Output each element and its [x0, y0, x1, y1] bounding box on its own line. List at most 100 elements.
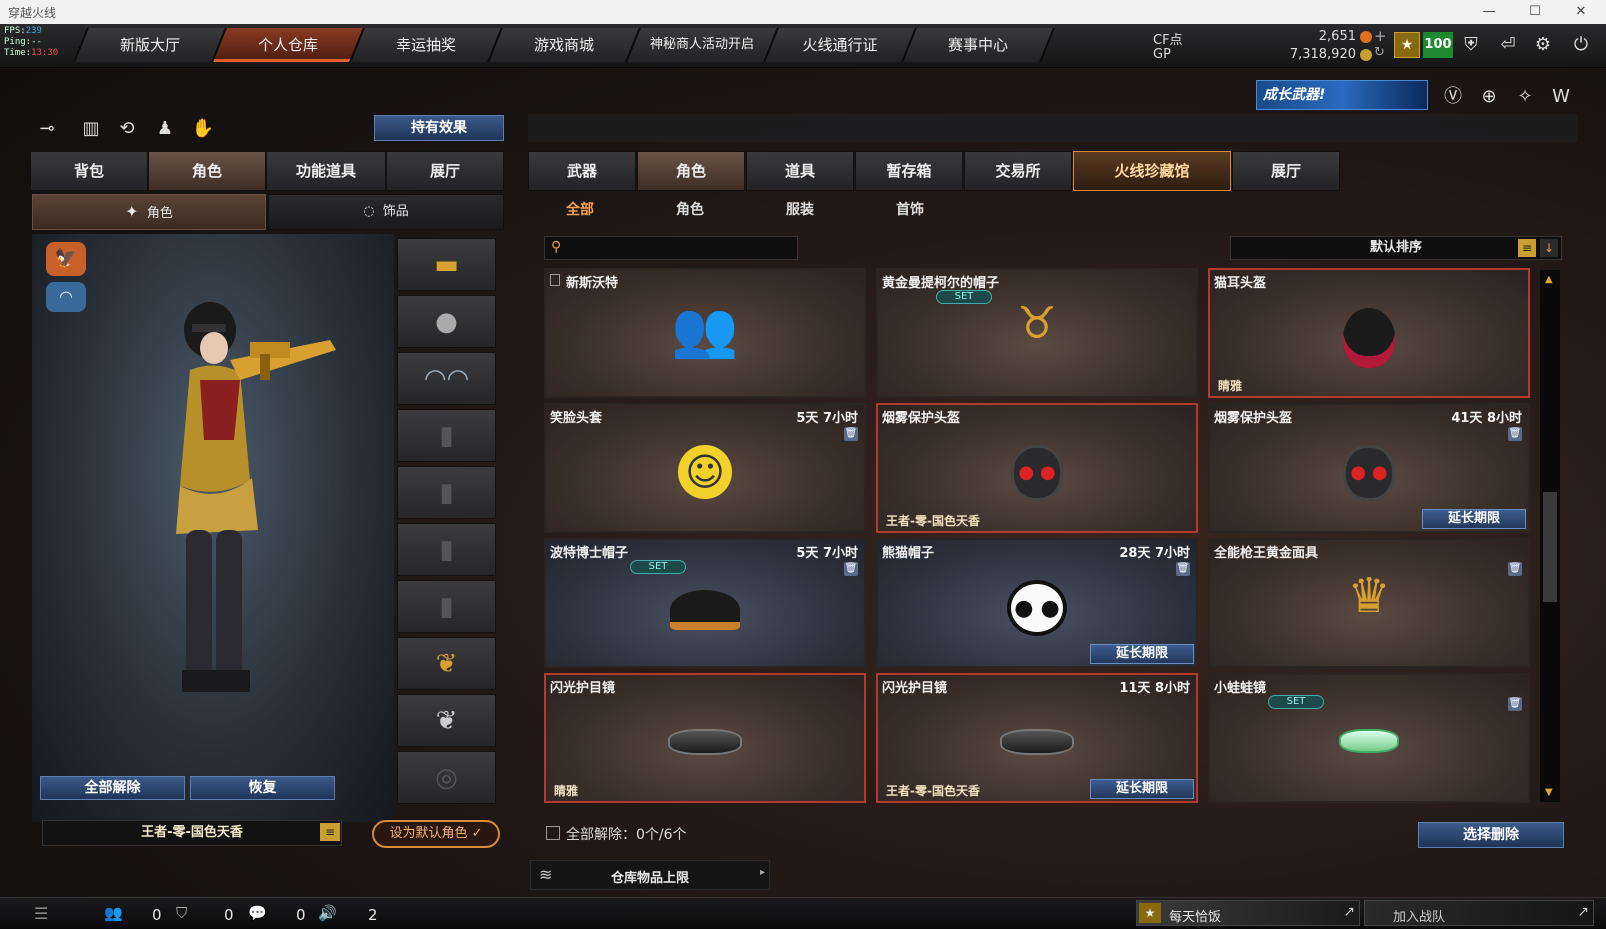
tab-collection-hall[interactable]: 火线珍藏馆 — [1073, 151, 1231, 191]
chat-icon[interactable]: 💬 — [248, 904, 267, 922]
daily-meal-widget[interactable]: ★ 每天恰饭 ↗ — [1136, 900, 1360, 926]
item-card[interactable]: 猫耳头盔 睛雅 — [1208, 268, 1530, 398]
minimize-icon[interactable]: — — [1474, 2, 1504, 22]
item-card[interactable]: 小蛙蛙镜 SET 🗑 — [1208, 673, 1530, 803]
friends-icon[interactable]: 👥 — [104, 904, 123, 922]
slot-vest[interactable]: ▮ — [397, 409, 496, 462]
tab-right-showroom[interactable]: 展厅 — [1232, 151, 1340, 191]
refresh-gp-icon[interactable]: ↻ — [1374, 45, 1385, 60]
power-icon[interactable]: ⏻ — [1566, 30, 1596, 60]
character-pose-icon[interactable]: ♟ — [150, 114, 180, 144]
subtab-accessories[interactable]: ◌ 饰品 — [268, 194, 504, 230]
speaker-icon[interactable]: 🔊 — [318, 904, 337, 922]
tab-temp-storage[interactable]: 暂存箱 — [855, 151, 963, 191]
rotate-icon[interactable]: ⟲ — [112, 114, 142, 144]
menu-list-icon[interactable]: ☰ — [34, 904, 48, 923]
nav-tab-events[interactable]: 赛事中心 — [901, 28, 1055, 62]
slot-armor[interactable]: ▮ — [397, 523, 496, 576]
shield-icon[interactable]: ⛨ — [1456, 30, 1486, 60]
nav-tab-lottery[interactable]: 幸运抽奖 — [349, 28, 503, 62]
search-box[interactable]: ⚲ — [544, 236, 798, 260]
tab-exchange[interactable]: 交易所 — [964, 151, 1072, 191]
glove-icon[interactable]: ✋ — [188, 114, 218, 144]
key-icon[interactable]: ⊸ — [32, 114, 62, 144]
nav-tab-mystery-merchant[interactable]: 神秘商人活动开启 — [625, 28, 779, 62]
item-card[interactable]: 熊猫帽子 28天 7小时 ● ● 🗑 延长期限 — [876, 538, 1198, 668]
slot-weapon[interactable]: ▬ — [397, 238, 496, 291]
subtab-char[interactable]: 角色 — [635, 196, 745, 224]
subtab-character[interactable]: ✦ 角色 — [32, 194, 266, 230]
stats-icon[interactable]: ▥ — [76, 114, 106, 144]
nav-tab-warehouse[interactable]: 个人仓库 — [211, 28, 365, 62]
rank-badge-icon[interactable]: ★ — [1394, 32, 1420, 58]
extend-duration-button[interactable]: 延长期限 — [1090, 779, 1194, 799]
tab-weapons[interactable]: 武器 — [528, 151, 636, 191]
item-card[interactable]: 笑脸头套 5天 7小时 ☺ 🗑 — [544, 403, 866, 533]
effects-button[interactable]: 持有效果 — [374, 115, 504, 141]
slot-silver-ornament[interactable]: ❦ — [397, 694, 496, 747]
logout-icon[interactable]: ⏎ — [1493, 30, 1523, 60]
nav-tab-battle-pass[interactable]: 火线通行证 — [763, 28, 917, 62]
wing-icon[interactable]: ✧ — [1510, 82, 1540, 112]
subtab-all[interactable]: 全部 — [525, 196, 635, 224]
tab-functional-items[interactable]: 功能道具 — [266, 151, 386, 191]
trash-icon[interactable]: 🗑 — [844, 427, 858, 441]
restore-button[interactable]: 恢复 — [190, 776, 335, 800]
tab-showroom[interactable]: 展厅 — [386, 151, 504, 191]
unequip-all-checkbox[interactable] — [546, 826, 560, 840]
eagle-badge-icon[interactable]: 🦅 — [46, 242, 86, 276]
sort-direction-icon[interactable]: ↓ — [1540, 239, 1558, 257]
maximize-icon[interactable]: ☐ — [1520, 2, 1550, 22]
logo-w-icon[interactable]: W — [1546, 82, 1576, 112]
subtab-costume[interactable]: 服装 — [745, 196, 855, 224]
slot-helmet[interactable]: ● — [397, 295, 496, 348]
slot-empty[interactable]: ◎ — [397, 751, 496, 804]
trash-icon[interactable]: 🗑 — [844, 562, 858, 576]
extend-duration-button[interactable]: 延长期限 — [1422, 509, 1526, 529]
storage-limit-bar[interactable]: ≋ 仓库物品上限 ▸ — [530, 860, 770, 890]
item-card[interactable]: 黄金曼提柯尔的帽子 ♉ SET — [876, 268, 1198, 398]
trash-icon[interactable]: 🗑 — [1508, 427, 1522, 441]
tab-characters[interactable]: 角色 — [637, 151, 745, 191]
trash-icon[interactable]: 🗑 — [1508, 562, 1522, 576]
growth-weapon-banner[interactable]: 成长武器! — [1256, 80, 1428, 110]
slot-goggles[interactable]: ◠◠ — [397, 352, 496, 405]
sort-dropdown[interactable]: 默认排序 — [1230, 236, 1562, 260]
item-card[interactable]: 烟雾保护头盔 41天 8小时 ● ● 🗑 延长期限 — [1208, 403, 1530, 533]
unequip-all-button[interactable]: 全部解除 — [40, 776, 185, 800]
nav-tab-shop[interactable]: 游戏商城 — [487, 28, 641, 62]
slot-pants[interactable]: ▮ — [397, 580, 496, 633]
scroll-thumb[interactable] — [1543, 492, 1557, 602]
item-card[interactable]: 烟雾保护头盔 ● ● 王者-零-国色天香 — [876, 403, 1198, 533]
join-team-widget[interactable]: 加入战队 ↗ — [1364, 900, 1594, 926]
scroll-down-icon[interactable]: ▼ — [1545, 787, 1553, 798]
gear-icon[interactable]: ⚙ — [1528, 30, 1558, 60]
item-card[interactable]: 新斯沃特 👥 — [544, 268, 866, 398]
trash-icon[interactable]: 🗑 — [1508, 697, 1522, 711]
sort-list-icon[interactable]: ≡ — [1518, 239, 1536, 257]
character-menu-icon[interactable]: ≡ — [320, 823, 340, 841]
bookmark-icon[interactable] — [550, 274, 560, 286]
trash-icon[interactable]: 🗑 — [1176, 562, 1190, 576]
tab-backpack[interactable]: 背包 — [30, 151, 148, 191]
open-external-icon[interactable]: ↗ — [1343, 904, 1355, 920]
emblem-v-icon[interactable]: Ⓥ — [1438, 82, 1468, 112]
select-delete-button[interactable]: 选择删除 — [1418, 822, 1564, 848]
join-external-icon[interactable]: ↗ — [1577, 904, 1589, 920]
scrollbar[interactable]: ▲ ▼ — [1540, 270, 1560, 802]
tab-character[interactable]: 角色 — [148, 151, 266, 191]
close-icon[interactable]: ✕ — [1566, 2, 1596, 22]
globe-icon[interactable]: ⊕ — [1474, 82, 1504, 112]
item-card[interactable]: 闪光护目镜 11天 8小时 王者-零-国色天香 延长期限 — [876, 673, 1198, 803]
item-card[interactable]: 波特博士帽子 5天 7小时 SET 🗑 — [544, 538, 866, 668]
slot-backpack[interactable]: ▮ — [397, 466, 496, 519]
nav-tab-lobby[interactable]: 新版大厅 — [73, 28, 227, 62]
slot-gold-ornament[interactable]: ❦ — [397, 637, 496, 690]
extend-duration-button[interactable]: 延长期限 — [1090, 644, 1194, 664]
set-default-character-button[interactable]: 设为默认角色 ✓ — [372, 820, 500, 848]
item-card[interactable]: 闪光护目镜 睛雅 — [544, 673, 866, 803]
item-card[interactable]: 全能枪王黄金面具 ♛ 🗑 — [1208, 538, 1530, 668]
mask-badge-icon[interactable]: ◠ — [46, 282, 86, 312]
add-cf-icon[interactable]: + — [1374, 27, 1387, 45]
tab-items[interactable]: 道具 — [746, 151, 854, 191]
